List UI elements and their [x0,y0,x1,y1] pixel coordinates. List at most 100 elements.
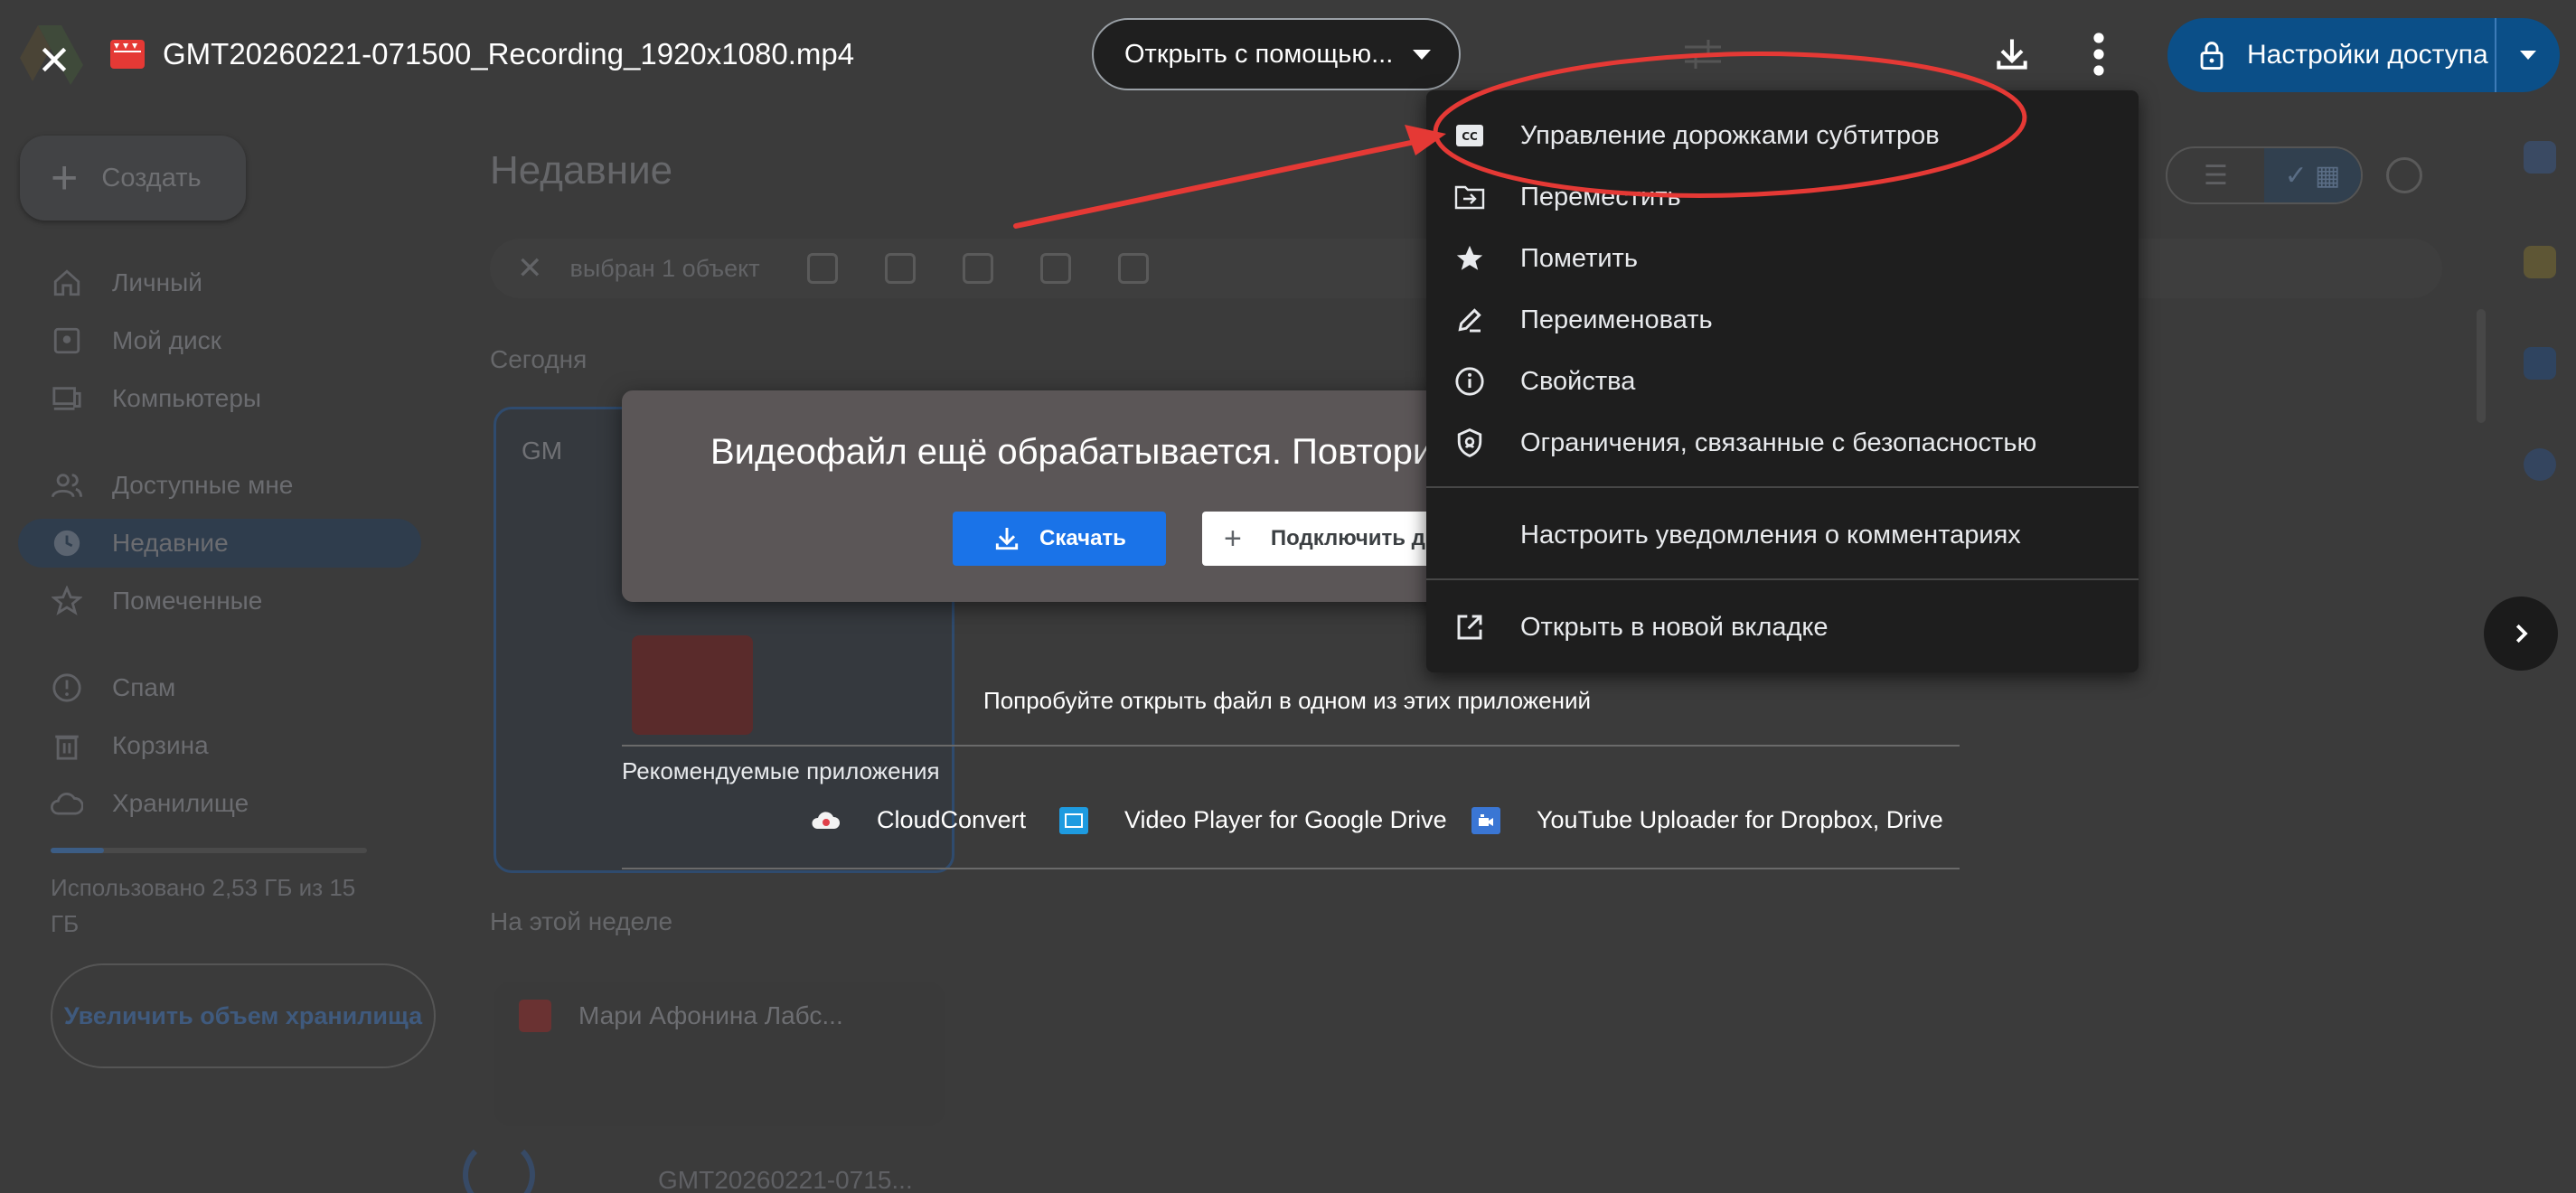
menu-label: Открыть в новой вкладке [1520,612,1829,642]
menu-label: Настроить уведомления о комментариях [1520,520,2021,550]
section-this-week: На этой неделе [490,907,673,935]
tasks-app-icon[interactable] [2524,347,2556,380]
storage-bar-fill [51,848,105,853]
list-view-icon[interactable]: ☰ [2167,148,2264,202]
svg-text:CC: CC [1462,130,1478,143]
calendar-app-icon[interactable] [2524,141,2556,174]
open-with-label: Открыть с помощью... [1124,39,1394,69]
menu-label: Свойства [1520,366,1636,396]
menu-item-move[interactable]: Переместить [1426,166,2139,228]
open-with-button[interactable]: Открыть с помощью... [1092,18,1461,90]
sliders-icon[interactable] [1683,36,1723,72]
app-video-player[interactable]: Video Player for Google Drive [1059,806,1447,834]
page-title: Недавние [490,148,673,193]
details-info-icon[interactable] [2386,157,2422,193]
plus-icon: + [1224,521,1242,556]
menu-label: Переименовать [1520,305,1713,334]
download-icon [995,528,1019,550]
pdf-icon [519,1000,551,1032]
app-label: YouTube Uploader for Dropbox, Drive [1537,806,1943,833]
move-folder-icon[interactable] [962,253,993,284]
menu-item-comment-notifications[interactable]: Настроить уведомления о комментариях [1426,504,2139,566]
nav-item-storage[interactable]: Хранилище [18,779,421,828]
spam-icon [51,672,83,704]
share-settings-button[interactable]: Настройки доступа [2167,18,2560,92]
file-card[interactable]: Мари Афонина Лабс... [494,982,945,1126]
divider [622,745,1960,747]
contacts-app-icon[interactable] [2524,448,2556,481]
computer-icon [51,382,83,415]
upgrade-storage-button[interactable]: Увеличить объем хранилища [51,963,436,1068]
open-new-tab-icon [1453,611,1486,643]
nav-item-trash[interactable]: Корзина [18,721,421,770]
link-icon[interactable] [1117,253,1149,284]
caret-down-icon [2520,51,2536,60]
nav-item-personal[interactable]: Личный [18,258,421,307]
app-cloudconvert[interactable]: CloudConvert [812,806,1026,834]
home-icon [51,267,83,299]
nav-item-recent[interactable]: Недавние [18,519,421,568]
nav-item-my-drive[interactable]: Мой диск [18,316,421,365]
cloudconvert-icon [812,807,841,834]
app-youtube-uploader[interactable]: YouTube Uploader for Dropbox, Drive [1471,806,1943,834]
nav-label: Мой диск [112,326,221,354]
nav-item-shared[interactable]: Доступные мне [18,461,421,510]
menu-divider [1426,486,2139,488]
keep-app-icon[interactable] [2524,246,2556,278]
menu-item-security-limits[interactable]: Ограничения, связанные с безопасностью [1426,412,2139,474]
divider [622,868,1960,869]
menu-item-properties[interactable]: Свойства [1426,351,2139,412]
file-title: GMT20260221-071500_Recording_1920x1080.m… [163,37,855,70]
download-icon[interactable] [1992,34,2032,74]
nav-item-computers[interactable]: Компьютеры [18,374,421,423]
close-icon [42,47,67,72]
caret-down-icon [1413,49,1432,60]
try-apps-text: Попробуйте открыть файл в одном из этих … [983,687,1592,714]
list-item[interactable]: GMT20260221-0715... [658,1166,913,1193]
grid-view-icon[interactable]: ✓ ▦ [2264,148,2361,202]
clear-selection-icon[interactable]: ✕ [517,250,543,287]
scrollbar[interactable] [2477,309,2486,423]
download-button[interactable]: Скачать [953,512,1166,566]
move-icon [1453,181,1486,213]
close-button[interactable] [27,33,81,87]
connect-label: Подключить др [1270,526,1439,550]
nav-label: Корзина [112,731,209,759]
clock-icon [51,527,83,559]
create-label: Создать [101,163,202,193]
menu-item-rename[interactable]: Переименовать [1426,289,2139,351]
nav-label: Личный [112,268,202,296]
menu-item-manage-captions[interactable]: CC Управление дорожками субтитров [1426,105,2139,166]
nav-label: Спам [112,673,176,701]
menu-label: Пометить [1520,243,1638,273]
file-card-name: GM [522,437,563,465]
processing-dialog: Видеофайл ещё обрабатывается. Повторите … [622,390,1544,602]
youtube-uploader-icon [1471,806,1500,834]
nav-item-starred[interactable]: Помеченные [18,577,421,625]
menu-label: Управление дорожками субтитров [1520,120,1940,150]
video-thumbnail-icon [632,635,753,735]
info-icon [1453,365,1486,398]
trash-icon [51,729,83,762]
menu-label: Переместить [1520,182,1681,211]
share-user-icon[interactable] [806,253,838,284]
trash-icon[interactable] [1039,253,1071,284]
star-icon [1453,242,1486,275]
share-label: Настройки доступа [2247,40,2488,70]
nav-label: Компьютеры [112,384,262,412]
video-file-icon [110,40,145,69]
video-player-icon [1059,806,1088,834]
create-button[interactable]: + Создать [20,136,246,221]
nav-item-spam[interactable]: Спам [18,663,421,712]
download-label: Скачать [1039,526,1126,550]
menu-item-star[interactable]: Пометить [1426,228,2139,289]
share-main[interactable]: Настройки доступа [2167,18,2495,92]
next-file-button[interactable] [2484,596,2558,671]
cloud-icon [51,787,83,820]
recommended-apps-label: Рекомендуемые приложения [622,757,940,784]
captions-icon: CC [1453,119,1486,152]
menu-item-open-new-tab[interactable]: Открыть в новой вкладке [1426,596,2139,658]
more-vert-icon[interactable] [2081,31,2117,78]
section-today: Сегодня [490,345,588,373]
download-icon[interactable] [884,253,916,284]
